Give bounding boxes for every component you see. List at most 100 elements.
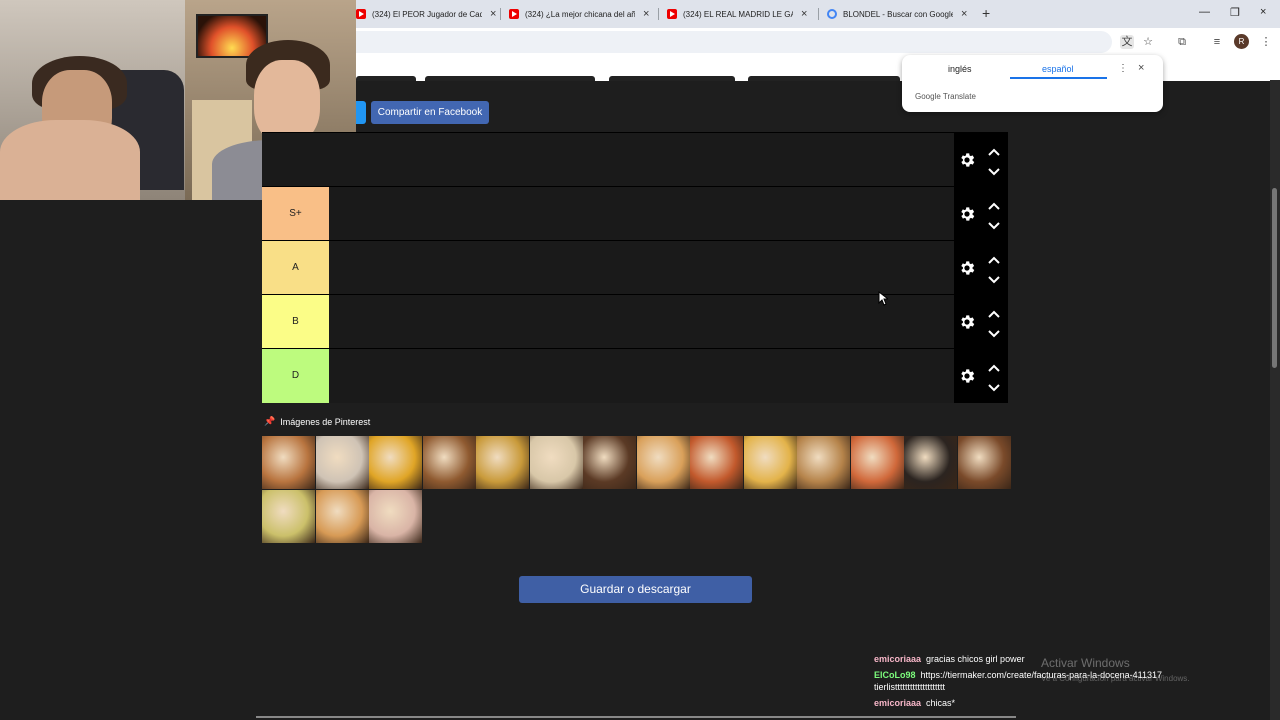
tier-row: B xyxy=(262,294,1008,349)
scrollbar-track[interactable] xyxy=(1270,80,1280,720)
bookmark-star-icon[interactable]: ☆ xyxy=(1141,35,1155,49)
close-icon[interactable]: × xyxy=(1138,62,1144,74)
close-tab-icon[interactable]: × xyxy=(490,8,496,20)
tab-title: (324) El PEOR Jugador de Cada xyxy=(372,9,482,19)
close-tab-icon[interactable]: × xyxy=(801,8,807,20)
chat-message: emicoriaaa chicas* xyxy=(874,698,955,708)
share-facebook-button[interactable]: Compartir en Facebook xyxy=(371,101,489,124)
chat-text: gracias chicos girl power xyxy=(926,654,1025,664)
pinterest-thumbnail-bolas-de-fraile[interactable] xyxy=(422,436,476,489)
tier-drop-zone[interactable] xyxy=(329,241,954,295)
close-window-icon[interactable]: × xyxy=(1260,6,1266,18)
media-control-icon[interactable]: ≡ xyxy=(1210,35,1224,49)
tier-controls xyxy=(954,241,1008,295)
pinterest-thumbnail-sacramentos[interactable] xyxy=(315,489,369,543)
tab-youtube-2[interactable]: (324) ¿La mejor chicana del año × xyxy=(509,4,649,24)
pinterest-thumbnail-vigilante[interactable] xyxy=(369,436,422,489)
pinterest-thumbnail-pan-con-membrillo[interactable] xyxy=(690,436,743,489)
tab-separator xyxy=(500,8,501,20)
close-tab-icon[interactable]: × xyxy=(643,8,649,20)
tab-google[interactable]: BLONDEL - Buscar con Google × xyxy=(827,4,967,24)
pinterest-heading: 📌 Imágenes de Pinterest xyxy=(264,416,370,427)
chevron-up-icon[interactable] xyxy=(987,252,1001,264)
chevron-down-icon[interactable] xyxy=(987,380,1001,392)
translate-options-icon[interactable]: ⋮ xyxy=(1118,63,1128,74)
chevron-up-icon[interactable] xyxy=(987,198,1001,210)
tier-drop-zone[interactable] xyxy=(329,187,954,241)
tier-label[interactable]: D xyxy=(262,349,329,403)
chevron-up-icon[interactable] xyxy=(987,306,1001,318)
chevron-down-icon[interactable] xyxy=(987,272,1001,284)
restore-icon[interactable]: ❐ xyxy=(1230,6,1240,19)
google-icon xyxy=(827,9,837,19)
pinterest-thumbnail-torta-negra[interactable] xyxy=(957,436,1011,489)
google-translate-logo: Google Translate xyxy=(915,92,976,101)
pinterest-thumbnail-palmeritas[interactable] xyxy=(583,436,636,489)
tab-youtube-3[interactable]: (324) EL REAL MADRID LE GAN × xyxy=(667,4,807,24)
tab-separator xyxy=(818,8,819,20)
mouse-cursor-icon xyxy=(878,291,888,306)
gear-icon[interactable] xyxy=(958,151,976,169)
pinterest-thumbnail-jamon[interactable] xyxy=(369,489,422,543)
profile-avatar[interactable]: R xyxy=(1234,34,1249,49)
minimize-icon[interactable]: — xyxy=(1199,6,1210,18)
pinterest-thumbnail-alfajor[interactable] xyxy=(529,436,583,489)
tier-row xyxy=(262,132,1008,187)
tier-row: S+ xyxy=(262,186,1008,241)
tier-controls xyxy=(954,187,1008,241)
tier-label[interactable]: S+ xyxy=(262,187,329,241)
gear-icon[interactable] xyxy=(958,205,976,223)
chat-username: ElCoLo98 xyxy=(874,670,916,680)
youtube-icon xyxy=(509,9,519,19)
extensions-icon[interactable]: ⧉ xyxy=(1175,35,1189,49)
chevron-down-icon[interactable] xyxy=(987,326,1001,338)
pinterest-thumbnail-pastafrola[interactable] xyxy=(476,436,529,489)
menu-kebab-icon[interactable]: ⋮ xyxy=(1259,35,1273,49)
tier-label[interactable]: B xyxy=(262,295,329,349)
pinterest-title: Imágenes de Pinterest xyxy=(280,416,371,427)
save-download-button[interactable]: Guardar o descargar xyxy=(519,576,752,603)
share-button-partial[interactable] xyxy=(356,101,366,124)
scrollbar-thumb[interactable] xyxy=(1272,188,1277,368)
windows-activation-subtitle: Ve a Configuración para activar Windows. xyxy=(1041,674,1190,683)
target-language-tab[interactable]: español xyxy=(1042,64,1074,74)
gear-icon[interactable] xyxy=(958,313,976,331)
pushpin-icon: 📌 xyxy=(264,416,276,426)
translate-popup: inglés español ⋮ × Google Translate xyxy=(902,55,1163,112)
youtube-icon xyxy=(356,9,366,19)
tab-youtube-1[interactable]: (324) El PEOR Jugador de Cada × xyxy=(356,4,496,24)
gear-icon[interactable] xyxy=(958,259,976,277)
pinterest-thumbnail-tortita[interactable] xyxy=(743,436,797,489)
tab-separator xyxy=(658,8,659,20)
tier-drop-zone[interactable] xyxy=(329,295,954,349)
pinterest-thumbnail-bizcochitos[interactable] xyxy=(850,436,904,489)
translate-icon[interactable]: 文 xyxy=(1120,35,1134,49)
chevron-up-icon[interactable] xyxy=(987,144,1001,156)
chat-username: emicoriaaa xyxy=(874,698,922,708)
pinterest-thumbnail-medialunas[interactable] xyxy=(262,436,315,489)
streamer-arm xyxy=(0,120,140,200)
tier-drop-zone[interactable] xyxy=(329,349,954,403)
source-language-tab[interactable]: inglés xyxy=(948,64,972,74)
chevron-up-icon[interactable] xyxy=(987,360,1001,372)
tab-title: (324) ¿La mejor chicana del año xyxy=(525,9,635,19)
pinterest-thumbnail-suspiros[interactable] xyxy=(262,489,315,543)
tier-drop-zone[interactable] xyxy=(329,133,954,187)
new-tab-button[interactable]: + xyxy=(982,5,990,21)
tier-controls xyxy=(954,133,1008,187)
pinterest-thumbnail-bombas[interactable] xyxy=(904,436,957,489)
youtube-icon xyxy=(667,9,677,19)
pinterest-thumbnail-croissant[interactable] xyxy=(636,436,690,489)
tab-title: (324) EL REAL MADRID LE GAN xyxy=(683,9,793,19)
tier-controls xyxy=(954,295,1008,349)
chat-text: chicas* xyxy=(926,698,956,708)
chevron-down-icon[interactable] xyxy=(987,164,1001,176)
windows-activation-title: Activar Windows xyxy=(1041,656,1130,670)
close-tab-icon[interactable]: × xyxy=(961,8,967,20)
chat-message: emicoriaaa gracias chicos girl power xyxy=(874,654,1025,664)
gear-icon[interactable] xyxy=(958,367,976,385)
pinterest-thumbnail-libritos[interactable] xyxy=(797,436,850,489)
chevron-down-icon[interactable] xyxy=(987,218,1001,230)
pinterest-thumbnail-cañoncitos[interactable] xyxy=(315,436,369,489)
tier-label[interactable]: A xyxy=(262,241,329,295)
